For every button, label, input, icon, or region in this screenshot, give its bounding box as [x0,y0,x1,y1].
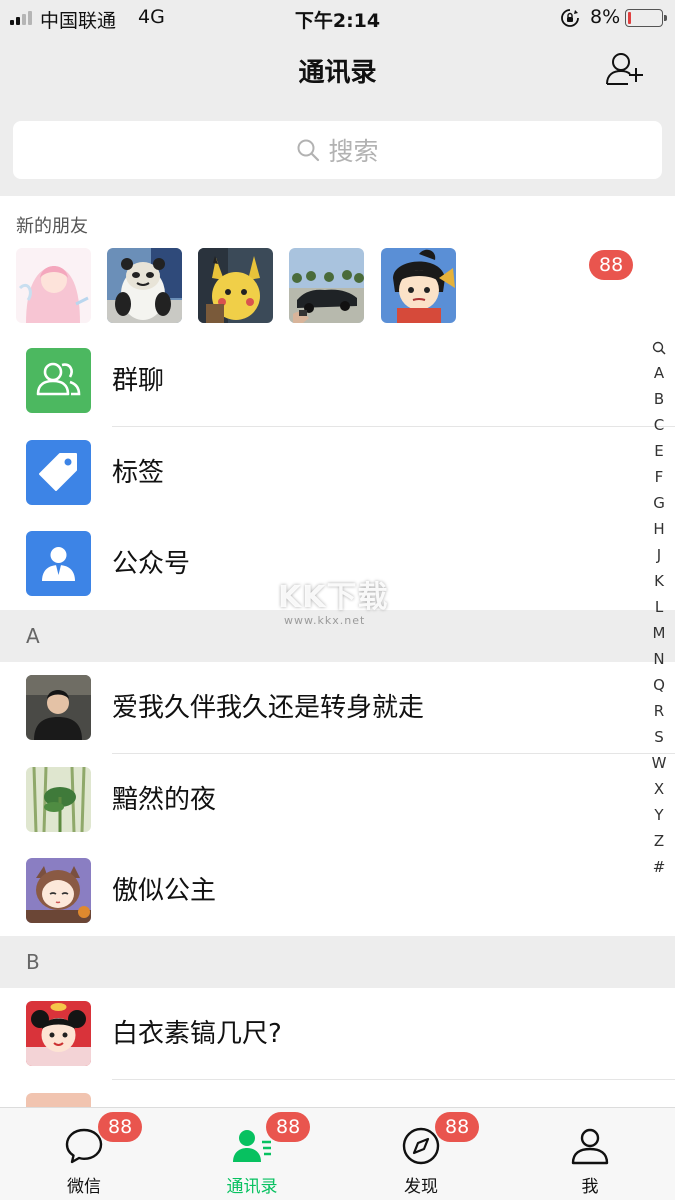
tags-label: 标签 [112,458,165,488]
tab-me[interactable]: 我 [506,1108,674,1200]
tab-label: 微信 [67,1177,101,1197]
tab-discover[interactable]: 88 发现 [337,1108,505,1200]
section-letter: A [26,624,40,648]
index-letter[interactable]: C [646,412,672,438]
group-chat-label: 群聊 [112,366,165,396]
contact-name: 爱我久伴我久还是转身就走 [112,693,425,723]
index-letter[interactable]: M [646,620,672,646]
index-letter[interactable]: S [646,724,672,750]
index-letter[interactable]: X [646,776,672,802]
index-letter[interactable]: B [646,386,672,412]
tab-label: 我 [581,1177,599,1197]
contact-row[interactable]: 傲似公主 [0,845,675,937]
new-friends-title: 新的朋友 [16,216,88,237]
contact-row[interactable]: 爱我久伴我久还是转身就走 [0,662,675,754]
official-accounts-label: 公众号 [112,549,191,579]
new-friends-count-badge: 88 [589,250,634,280]
index-letter[interactable]: K [646,568,672,594]
cartoon-red-girl-avatar [26,1001,91,1066]
anime-girl-avatar[interactable] [16,248,91,323]
index-letter[interactable]: Q [646,672,672,698]
tab-badge: 88 [98,1112,143,1142]
index-letter[interactable]: R [646,698,672,724]
group-chat-row[interactable]: 群聊 [0,335,675,427]
new-friends-panel[interactable]: 新的朋友 88 [0,196,675,335]
index-letter[interactable]: Z [646,828,672,854]
car-photo-avatar[interactable] [289,248,364,323]
tab-bar: 88 微信 88 通讯录 88 发现 我 [0,1107,675,1200]
cartoon-girl-avatar [26,858,91,923]
section-header-b: B [0,936,675,988]
tab-chats[interactable]: 88 微信 [0,1108,168,1200]
battery-icon [625,9,667,27]
tab-contacts[interactable]: 88 通讯录 [168,1108,336,1200]
index-letter[interactable]: J [646,542,672,568]
index-letter[interactable]: G [646,490,672,516]
official-account-icon [26,531,91,596]
tag-icon [26,440,91,505]
tab-label: 通讯录 [226,1177,278,1197]
search-input[interactable]: 搜索 [13,121,662,179]
status-bar: 中国联通 4G 下午2:14 8% [0,0,675,36]
tab-label: 发现 [404,1177,438,1197]
tab-badge: 88 [435,1112,480,1142]
contact-name: 傲似公主 [112,876,217,906]
index-letter[interactable]: F [646,464,672,490]
index-letter[interactable]: A [646,360,672,386]
contact-row[interactable]: 黯然的夜 [0,754,675,846]
pikachu-avatar[interactable] [198,248,273,323]
index-letter[interactable]: # [646,854,672,880]
section-header-a: A [0,610,675,662]
index-letter[interactable]: Y [646,802,672,828]
page-title: 通讯录 [298,58,377,88]
contact-name: 白衣素镐几尺? [112,1019,282,1049]
cartoon-warrior-avatar[interactable] [381,248,456,323]
index-letter[interactable]: N [646,646,672,672]
search-icon [297,139,320,162]
index-letter[interactable]: W [646,750,672,776]
rotation-lock-icon [561,9,579,27]
contact-row[interactable]: 白衣素镐几尺? [0,988,675,1080]
index-letter[interactable]: E [646,438,672,464]
section-letter: B [26,950,40,974]
person-icon [571,1128,609,1165]
index-letter[interactable]: L [646,594,672,620]
group-chat-icon [26,348,91,413]
tags-row[interactable]: 标签 [0,427,675,519]
battery-percent: 8% [590,6,621,28]
index-letter[interactable]: H [646,516,672,542]
battery-level-fill [628,12,631,24]
search-placeholder: 搜索 [328,137,379,166]
bamboo-photo-avatar [26,767,91,832]
official-accounts-row[interactable]: 公众号 [0,518,675,610]
alphabet-index[interactable]: A B C E F G H J K L M N Q R S W X Y Z # [646,334,672,880]
contact-name: 黯然的夜 [112,785,217,815]
index-search-icon[interactable] [646,334,672,360]
panda-meme-avatar[interactable] [107,248,182,323]
man-photo-avatar [26,675,91,740]
add-contact-icon[interactable] [604,50,646,88]
tab-badge: 88 [266,1112,311,1142]
